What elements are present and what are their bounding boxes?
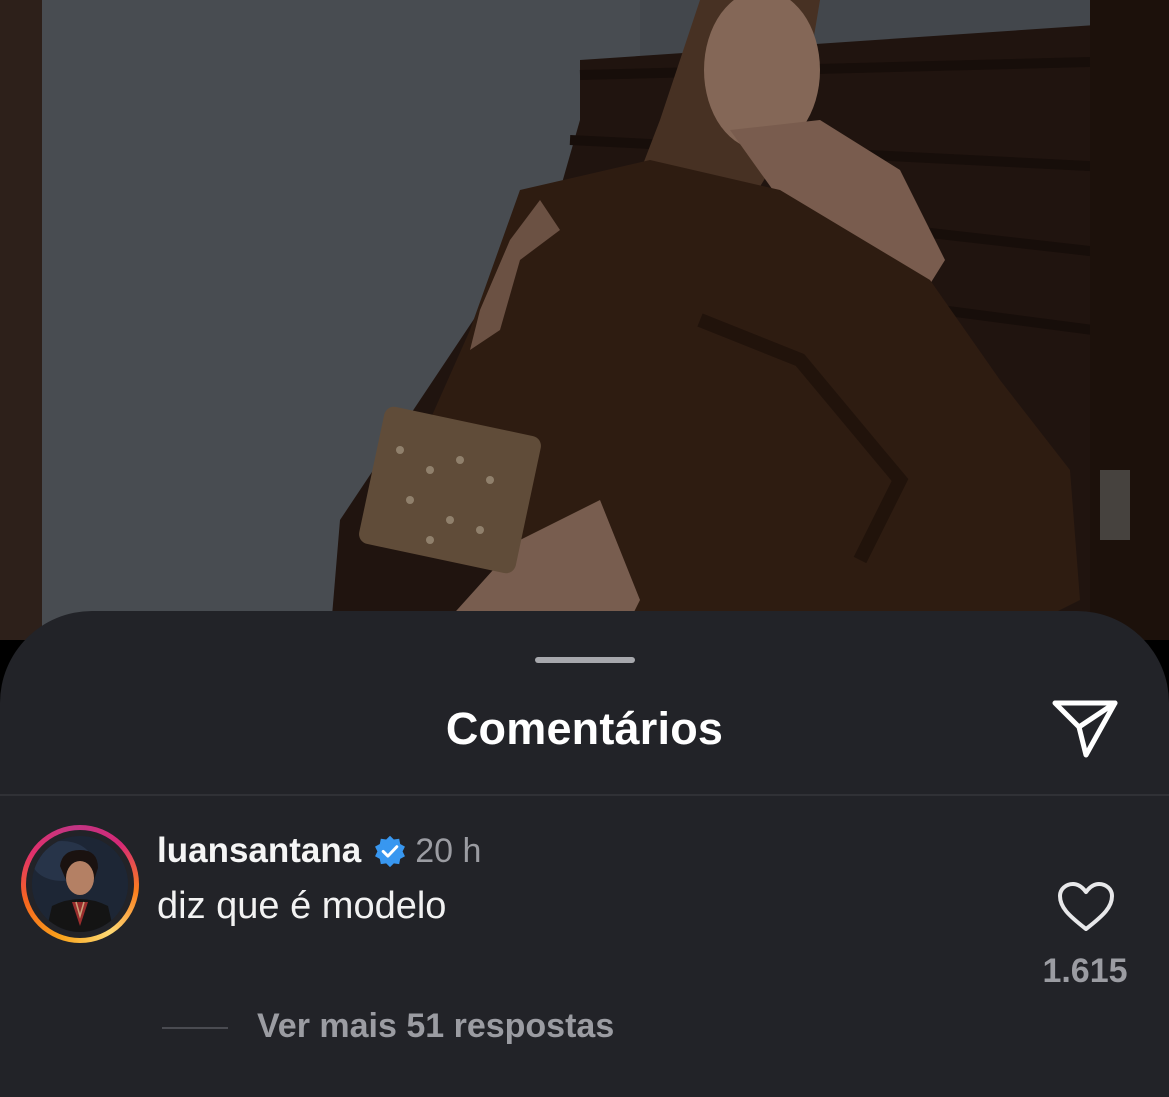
post-photo: [0, 0, 1169, 640]
screen: Comentários luansantana 20 h diz que é m…: [0, 0, 1169, 1097]
share-button[interactable]: [1044, 689, 1128, 769]
replies-divider-line: [162, 1027, 228, 1029]
comment-text: diz que é modelo: [157, 885, 447, 927]
heart-outline-icon: [1058, 882, 1114, 931]
avatar: [32, 836, 128, 932]
avatar-image: [32, 836, 128, 932]
sheet-title: Comentários: [445, 703, 724, 754]
paper-plane-icon: [1052, 700, 1118, 758]
like-button[interactable]: [1056, 881, 1116, 933]
comments-sheet: Comentários luansantana 20 h diz que é m…: [0, 611, 1169, 1097]
post-photo-illustration: [0, 0, 1169, 640]
avatar-story-ring[interactable]: [21, 825, 139, 943]
view-replies-link[interactable]: Ver mais 51 respostas: [257, 1007, 614, 1046]
like-count: 1.615: [1042, 952, 1128, 990]
sheet-grabber[interactable]: [535, 657, 635, 663]
verified-badge-icon: [375, 835, 406, 868]
header-divider: [0, 794, 1169, 796]
comment-header: luansantana 20 h: [157, 829, 481, 873]
comment-timestamp: 20 h: [415, 831, 482, 870]
comment-username[interactable]: luansantana: [157, 831, 361, 871]
